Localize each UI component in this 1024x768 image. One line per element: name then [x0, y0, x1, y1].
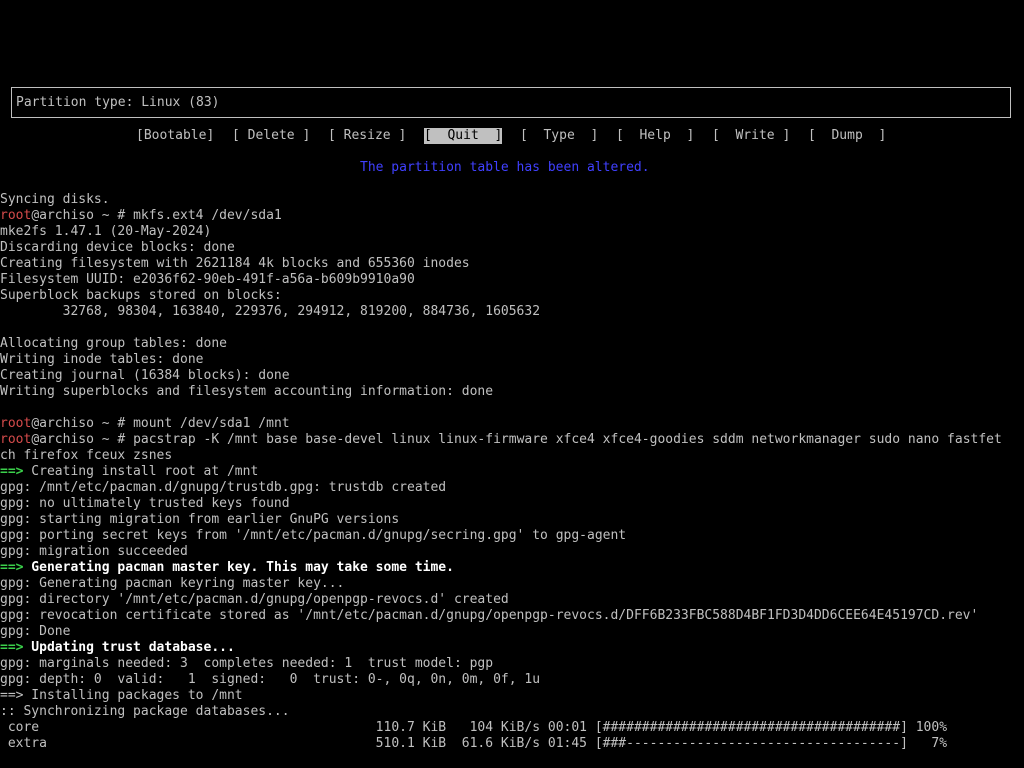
line-text: gpg: depth: 0 valid: 1 signed: 0 trust: … [0, 672, 541, 687]
output-line: gpg: marginals needed: 3 completes neede… [0, 656, 493, 672]
output-line: Creating journal (16384 blocks): done [0, 368, 290, 384]
line-text: Updating trust database... [23, 640, 235, 655]
output-line: gpg: Generating pacman keyring master ke… [0, 576, 344, 592]
line-text: Creating install root at /mnt [23, 464, 259, 479]
line-text: gpg: no ultimately trusted keys found [0, 496, 290, 511]
output-line: ==> Updating trust database... [0, 640, 235, 656]
menu-item-dump[interactable]: [ Dump ] [808, 128, 886, 144]
menu-item-delete[interactable]: [ Delete ] [232, 128, 310, 144]
line-text: mke2fs 1.47.1 (20-May-2024) [0, 224, 212, 239]
line-text: Generating pacman master key. This may t… [23, 560, 454, 575]
line-text: Writing inode tables: done [0, 352, 204, 367]
line-text: gpg: revocation certificate stored as '/… [0, 608, 979, 623]
line-text: gpg: starting migration from earlier Gnu… [0, 512, 400, 527]
arrow-marker: ==> [0, 640, 24, 655]
output-line: ch firefox fceux zsnes [0, 448, 172, 464]
arrow-marker: ==> [0, 464, 24, 479]
prompt-line: root@archiso ~ # pacstrap -K /mnt base b… [0, 432, 1002, 448]
command-text: pacstrap -K /mnt base base-devel linux l… [133, 432, 1002, 447]
output-line: gpg: migration succeeded [0, 544, 188, 560]
line-text: 32768, 98304, 163840, 229376, 294912, 81… [0, 304, 541, 319]
partition-type-label: Partition type: Linux (83) [16, 95, 220, 110]
output-line: Discarding device blocks: done [0, 240, 235, 256]
output-line: core 110.7 KiB 104 KiB/s 00:01 [########… [0, 720, 947, 736]
partition-alert-text: The partition table has been altered. [360, 160, 650, 175]
output-line: ==> Installing packages to /mnt [0, 688, 243, 704]
output-line: Writing superblocks and filesystem accou… [0, 384, 493, 400]
menu-item-bootable[interactable]: [Bootable] [136, 128, 214, 144]
output-line: mke2fs 1.47.1 (20-May-2024) [0, 224, 211, 240]
output-line: extra 510.1 KiB 61.6 KiB/s 01:45 [###---… [0, 736, 947, 752]
line-text: Allocating group tables: done [0, 336, 227, 351]
output-line: gpg: directory '/mnt/etc/pacman.d/gnupg/… [0, 592, 509, 608]
menu-item-write[interactable]: [ Write ] [712, 128, 790, 144]
line-text: Superblock backups stored on blocks: [0, 288, 282, 303]
line-text: Creating filesystem with 2621184 4k bloc… [0, 256, 470, 271]
line-text: gpg: Generating pacman keyring master ke… [0, 576, 345, 591]
output-line: Writing inode tables: done [0, 352, 204, 368]
line-text: gpg: Done [0, 624, 71, 639]
prompt-line: root@archiso ~ # mkfs.ext4 /dev/sda1 [0, 208, 282, 224]
line-text: :: Synchronizing package databases... [0, 704, 290, 719]
prompt-host: @archiso ~ # [31, 208, 134, 223]
line-text: gpg: migration succeeded [0, 544, 188, 559]
output-line: gpg: revocation certificate stored as '/… [0, 608, 978, 624]
line-text: Syncing disks. [0, 192, 110, 207]
output-line: Syncing disks. [0, 192, 110, 208]
prompt-host: @archiso ~ # [31, 416, 134, 431]
command-text: mkfs.ext4 /dev/sda1 [133, 208, 282, 223]
partition-type-box: Partition type: Linux (83) [11, 87, 1011, 118]
command-text: mount /dev/sda1 /mnt [133, 416, 290, 431]
menu-item-quit[interactable]: [ Quit ] [424, 128, 503, 144]
output-line: Creating filesystem with 2621184 4k bloc… [0, 256, 470, 272]
output-line: gpg: /mnt/etc/pacman.d/gnupg/trustdb.gpg… [0, 480, 446, 496]
output-line: Superblock backups stored on blocks: [0, 288, 282, 304]
prompt-user: root [0, 416, 32, 431]
output-line: Allocating group tables: done [0, 336, 227, 352]
output-line: gpg: no ultimately trusted keys found [0, 496, 290, 512]
output-line: ==> Generating pacman master key. This m… [0, 560, 454, 576]
line-text: gpg: marginals needed: 3 completes neede… [0, 656, 494, 671]
line-text: ch firefox fceux zsnes [0, 448, 173, 463]
output-line: gpg: starting migration from earlier Gnu… [0, 512, 399, 528]
prompt-user: root [0, 432, 32, 447]
output-line: 32768, 98304, 163840, 229376, 294912, 81… [0, 304, 540, 320]
line-text: Writing superblocks and filesystem accou… [0, 384, 494, 399]
prompt-user: root [0, 208, 32, 223]
output-line: :: Synchronizing package databases... [0, 704, 290, 720]
menu-item-resize[interactable]: [ Resize ] [328, 128, 406, 144]
console-screen[interactable]: Partition type: Linux (83) [Bootable] [ D… [0, 0, 1024, 768]
output-line: Filesystem UUID: e2036f62-90eb-491f-a56a… [0, 272, 415, 288]
line-text: ==> Installing packages to /mnt [0, 688, 243, 703]
arrow-marker: ==> [0, 560, 24, 575]
output-line: gpg: depth: 0 valid: 1 signed: 0 trust: … [0, 672, 540, 688]
line-text: core 110.7 KiB 104 KiB/s 00:01 [########… [0, 720, 948, 735]
menu-item-type[interactable]: [ Type ] [520, 128, 598, 144]
output-line: gpg: Done [0, 624, 70, 640]
line-text: Discarding device blocks: done [0, 240, 235, 255]
prompt-host: @archiso ~ # [31, 432, 134, 447]
output-line: ==> Creating install root at /mnt [0, 464, 258, 480]
line-text: Filesystem UUID: e2036f62-90eb-491f-a56a… [0, 272, 415, 287]
output-line: gpg: porting secret keys from '/mnt/etc/… [0, 528, 626, 544]
line-text: gpg: porting secret keys from '/mnt/etc/… [0, 528, 627, 543]
menu-item-help[interactable]: [ Help ] [616, 128, 694, 144]
line-text: extra 510.1 KiB 61.6 KiB/s 01:45 [###---… [0, 736, 948, 751]
line-text: gpg: directory '/mnt/etc/pacman.d/gnupg/… [0, 592, 509, 607]
prompt-line: root@archiso ~ # mount /dev/sda1 /mnt [0, 416, 290, 432]
line-text: gpg: /mnt/etc/pacman.d/gnupg/trustdb.gpg… [0, 480, 447, 495]
line-text: Creating journal (16384 blocks): done [0, 368, 290, 383]
